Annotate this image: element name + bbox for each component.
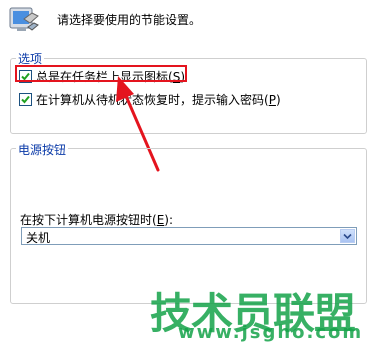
select-label-suffix: ): xyxy=(164,213,174,227)
select-label-prefix: 在按下计算机电源按钮时( xyxy=(20,213,157,227)
prompt-password-checkbox-row[interactable]: 在计算机从待机状态恢复时，提示输入密码(P) xyxy=(19,91,281,108)
prompt-password-key: P xyxy=(268,92,276,107)
prompt-password-label: 在计算机从待机状态恢复时，提示输入密码( xyxy=(36,93,269,107)
power-button-select-value: 关机 xyxy=(26,231,51,245)
prompt-password-checkbox[interactable] xyxy=(19,93,32,106)
header-text: 请选择要使用的节能设置。 xyxy=(57,13,202,27)
power-options-icon xyxy=(8,5,42,39)
highlight-box xyxy=(15,65,187,82)
watermark-url-text: www.jsgho.com xyxy=(178,322,364,343)
power-button-legend: 电源按钮 xyxy=(16,141,69,158)
dropdown-button[interactable] xyxy=(340,229,355,243)
chevron-down-icon xyxy=(343,233,352,240)
prompt-password-suffix: ) xyxy=(275,92,281,107)
watermark-url: www.jsgho.com xyxy=(178,322,363,343)
power-button-select-label: 在按下计算机电源按钮时(E): xyxy=(20,211,173,228)
power-button-action-select[interactable]: 关机 xyxy=(21,227,357,245)
